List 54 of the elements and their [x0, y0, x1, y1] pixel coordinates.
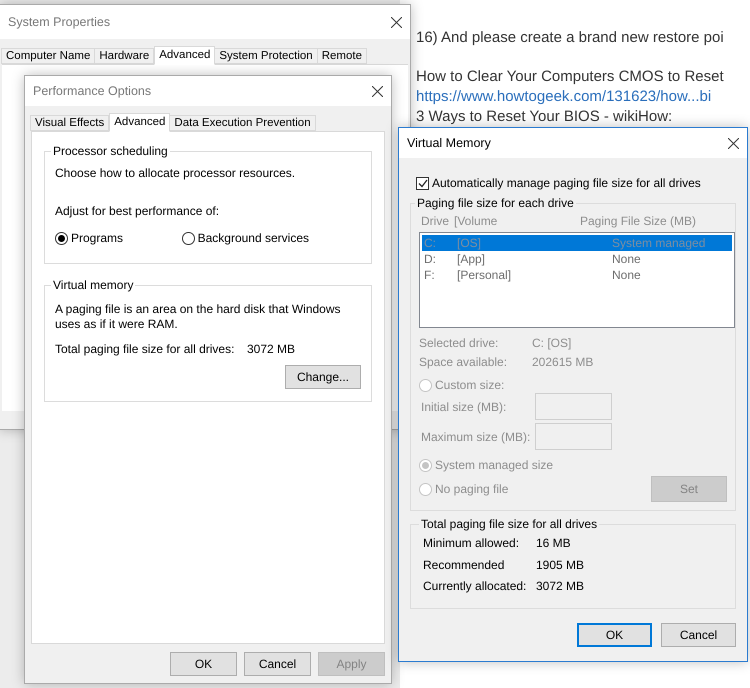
page-text: 3 Ways to Reset Your BIOS - wikiHow:: [416, 107, 672, 127]
group-title: Total paging file size for all drives: [420, 517, 598, 531]
tab[interactable]: Advanced: [154, 46, 216, 65]
column-header: [Volume: [454, 214, 498, 228]
page-text: 16) And please create a brand new restore poi: [416, 28, 724, 48]
prompt-text: Adjust for best performance of:: [55, 204, 220, 219]
field-value: 202615 MB: [532, 354, 594, 371]
close-icon[interactable]: [372, 86, 383, 96]
total-value: 1905 MB: [536, 556, 586, 574]
close-icon[interactable]: [391, 16, 402, 28]
field-label: Space available:: [419, 354, 508, 371]
field-label: Maximum size (MB):: [421, 430, 532, 444]
tab[interactable]: Remote: [316, 48, 367, 64]
dialog-button[interactable]: Cancel: [661, 622, 736, 646]
total-label: Total paging file size for all drives:: [55, 342, 236, 357]
page-link[interactable]: https://www.howtogeek.com/131623/how...bi: [416, 87, 712, 107]
tab[interactable]: Hardware: [94, 48, 154, 64]
total-label: Currently allocated:: [423, 578, 528, 595]
description-text: A paging file is an area on the hard disk that Windows uses as if it were RAM.: [55, 302, 342, 332]
page-text: How to Clear Your Computers CMOS to Reset: [416, 67, 724, 87]
radio-option[interactable]: Programs: [55, 231, 182, 245]
window-title: System Properties: [8, 15, 110, 29]
total-value: 3072 MB: [536, 578, 586, 595]
change-button[interactable]: Change...: [285, 365, 361, 389]
field-value: C: [OS]: [532, 335, 572, 352]
dialog-button[interactable]: OK: [577, 622, 652, 646]
group-title: Processor scheduling: [52, 144, 169, 158]
window-title: Performance Options: [33, 84, 152, 98]
dialog-button[interactable]: OK: [170, 652, 237, 676]
checkbox[interactable]: [416, 176, 429, 190]
total-value: 3072 MB: [247, 342, 296, 357]
radio-button[interactable]: [55, 232, 68, 244]
field-label: Initial size (MB):: [421, 400, 508, 414]
check-icon: [418, 178, 428, 188]
close-icon[interactable]: [728, 138, 739, 148]
group-title: Paging file size for each drive: [416, 196, 575, 210]
radio-button[interactable]: [182, 232, 195, 244]
group-title: Virtual memory: [52, 278, 134, 292]
tab[interactable]: Advanced: [109, 113, 170, 132]
tab[interactable]: System Protection: [214, 48, 318, 64]
auto-manage-checkbox[interactable]: Automatically manage paging file size for all drives: [416, 176, 736, 190]
total-label: Minimum allowed:: [423, 535, 520, 552]
tab[interactable]: Visual Effects: [30, 115, 110, 131]
column-header: Drive: [421, 214, 450, 228]
description-text: Choose how to allocate processor resources.: [55, 166, 296, 181]
total-value: 16 MB: [536, 535, 572, 552]
tab[interactable]: Data Execution Prevention: [169, 115, 316, 131]
dialog-button[interactable]: Cancel: [244, 652, 311, 676]
field-label: Selected drive:: [419, 335, 500, 352]
radio-option[interactable]: Background services: [182, 231, 309, 245]
tab[interactable]: Computer Name: [1, 48, 96, 64]
column-header: Paging File Size (MB): [580, 214, 698, 228]
total-label: Recommended: [423, 556, 506, 574]
window-title: Virtual Memory: [407, 136, 491, 150]
